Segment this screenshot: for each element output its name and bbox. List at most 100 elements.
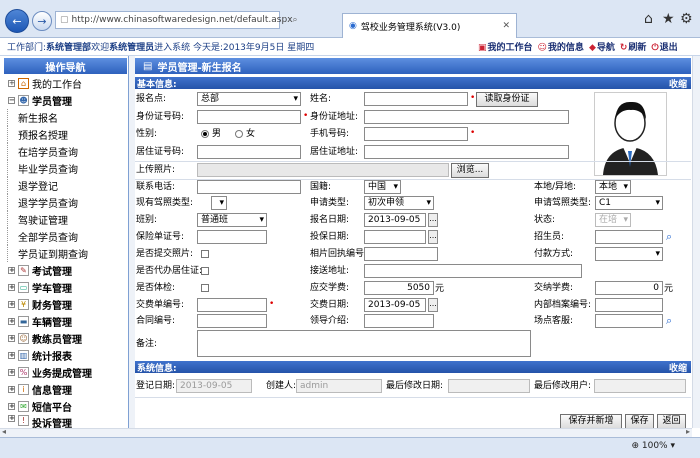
sidebar-item-dropout-register[interactable]: 退学登记 bbox=[0, 177, 128, 194]
insure-date-picker-button[interactable]: ... bbox=[428, 230, 438, 244]
sidebar-group-complaints[interactable]: +! 投诉管理 bbox=[0, 415, 128, 428]
sidebar-group-coaches[interactable]: + ☺ 教练员管理 bbox=[0, 330, 128, 347]
dept-name: 系统管理部 bbox=[46, 43, 92, 53]
leader-intro-input[interactable] bbox=[364, 314, 434, 328]
sidebar-item-new-signup[interactable]: 新生报名 bbox=[0, 109, 128, 126]
back-button[interactable]: 返回 bbox=[657, 414, 686, 429]
link-my-info[interactable]: ☺我的信息 bbox=[538, 40, 584, 53]
payment-date-input[interactable]: 2013-09-05 bbox=[364, 298, 426, 312]
pay-method-select[interactable] bbox=[595, 247, 663, 261]
insurance-no-input[interactable] bbox=[197, 230, 267, 244]
site-service-search-icon[interactable]: ⌕ bbox=[666, 314, 672, 327]
payment-no-input[interactable] bbox=[197, 298, 267, 312]
status-select[interactable]: 在培 bbox=[595, 213, 631, 227]
sidebar-group-sms[interactable]: + ✉ 短信平台 bbox=[0, 398, 128, 415]
sidebar-item-in-training[interactable]: 在培学员查询 bbox=[0, 143, 128, 160]
favorites-star-icon[interactable]: ★ bbox=[662, 11, 675, 27]
residence-proxy-checkbox[interactable] bbox=[201, 267, 209, 275]
read-id-card-button[interactable]: 读取身份证 bbox=[476, 92, 538, 107]
remark-textarea[interactable] bbox=[197, 330, 531, 357]
name-input[interactable] bbox=[364, 92, 468, 106]
tab-close-icon[interactable]: ✕ bbox=[502, 21, 510, 31]
contract-no-input[interactable] bbox=[197, 314, 267, 328]
sidebar-item-dropout-query[interactable]: 退学学员查询 bbox=[0, 194, 128, 211]
archive-no-input[interactable] bbox=[595, 298, 663, 312]
fee-due-input[interactable]: 5050 bbox=[364, 281, 434, 295]
apply-license-select[interactable]: C1 bbox=[595, 196, 663, 210]
gear-icon[interactable]: ⚙ bbox=[680, 11, 693, 27]
pickup-addr-input[interactable] bbox=[364, 264, 582, 278]
home-icon[interactable]: ⌂ bbox=[644, 11, 653, 27]
site-service-input[interactable] bbox=[595, 314, 663, 328]
creator-input[interactable]: admin bbox=[296, 379, 382, 393]
sidebar-item-workbench[interactable]: + ⌂ 我的工作台 bbox=[0, 75, 128, 92]
photo-receipt-input[interactable] bbox=[364, 247, 438, 261]
save-button[interactable]: 保存 bbox=[625, 414, 654, 429]
sidebar-group-finance[interactable]: + ¥ 财务管理 bbox=[0, 296, 128, 313]
current-license-select[interactable] bbox=[211, 196, 227, 210]
browser-tab[interactable]: ◉ 驾校业务管理系统(V3.0) ✕ bbox=[342, 13, 517, 38]
modified-date-input[interactable] bbox=[448, 379, 530, 393]
back-button[interactable]: ← bbox=[5, 9, 29, 33]
physical-exam-label: 是否体检: bbox=[136, 283, 176, 293]
sidebar-group-vehicles[interactable]: + ▬ 车辆管理 bbox=[0, 313, 128, 330]
scroll-left-icon[interactable]: ◂ bbox=[2, 427, 6, 436]
link-logout[interactable]: ⏻退出 bbox=[651, 40, 677, 53]
expand-icon: + bbox=[8, 334, 15, 342]
class-select[interactable]: 普通班 bbox=[197, 213, 267, 227]
insure-date-input[interactable] bbox=[364, 230, 426, 244]
phone-input[interactable] bbox=[197, 180, 301, 194]
mobile-input[interactable] bbox=[364, 127, 468, 141]
address-bar[interactable]: ▢ http://www.chinasoftwaredesign.net/defa… bbox=[55, 11, 298, 29]
link-refresh[interactable]: ↻刷新 bbox=[620, 40, 647, 53]
payment-date-picker-button[interactable]: ... bbox=[428, 298, 438, 312]
id-number-input[interactable] bbox=[197, 110, 301, 124]
sidebar-item-license-manage[interactable]: 驾驶证管理 bbox=[0, 211, 128, 228]
link-nav[interactable]: ◆导航 bbox=[589, 40, 615, 53]
reg-date-input[interactable]: 2013-09-05 bbox=[176, 379, 252, 393]
fee-paid-input[interactable]: 0 bbox=[595, 281, 663, 295]
photo-path-input[interactable] bbox=[197, 163, 449, 177]
signup-point-select[interactable]: 总部 bbox=[197, 92, 301, 106]
sidebar-item-all-students[interactable]: 全部学员查询 bbox=[0, 228, 128, 245]
collapse-system-link[interactable]: 收缩 bbox=[669, 361, 687, 374]
sidebar-group-reports[interactable]: + ▥ 统计报表 bbox=[0, 347, 128, 364]
signup-date-picker-button[interactable]: ... bbox=[428, 213, 438, 227]
id-address-input[interactable] bbox=[364, 110, 569, 124]
required-mark: • bbox=[470, 128, 476, 138]
save-and-new-button[interactable]: 保存并新增 bbox=[560, 414, 622, 429]
class-label: 班别: bbox=[136, 215, 158, 225]
divider bbox=[135, 161, 691, 162]
horizontal-scrollbar[interactable]: ◂ ▸ bbox=[0, 427, 692, 437]
sidebar-group-info[interactable]: + i 信息管理 bbox=[0, 381, 128, 398]
residence-no-input[interactable] bbox=[197, 145, 301, 159]
residence-addr-input[interactable] bbox=[364, 145, 569, 159]
forward-button[interactable]: → bbox=[32, 11, 52, 31]
zoom-control[interactable]: ⊕ 100% ▾ bbox=[631, 441, 675, 451]
sidebar-group-commission[interactable]: +% 业务提成管理 bbox=[0, 364, 128, 381]
sidebar-group-driving[interactable]: + ▭ 学车管理 bbox=[0, 279, 128, 296]
sidebar-group-exams[interactable]: + ✎ 考试管理 bbox=[0, 262, 128, 279]
nationality-select[interactable]: 中国 bbox=[364, 180, 401, 194]
gender-male-radio[interactable] bbox=[201, 130, 209, 138]
recruiter-search-icon[interactable]: ⌕ bbox=[666, 230, 672, 243]
sidebar-item-graduated[interactable]: 毕业学员查询 bbox=[0, 160, 128, 177]
gender-female-radio[interactable] bbox=[235, 130, 243, 138]
expand-icon: + bbox=[8, 368, 15, 376]
apply-type-select[interactable]: 初次申领 bbox=[364, 196, 434, 210]
physical-exam-checkbox[interactable] bbox=[201, 284, 209, 292]
modified-user-input[interactable] bbox=[594, 379, 686, 393]
sidebar-item-card-expiry[interactable]: 学员证到期查询 bbox=[0, 245, 128, 262]
vertical-scrollbar[interactable] bbox=[692, 56, 700, 428]
scroll-right-icon[interactable]: ▸ bbox=[686, 427, 690, 436]
search-icon[interactable]: ⌕ bbox=[293, 15, 298, 25]
signup-date-input[interactable]: 2013-09-05 bbox=[364, 213, 426, 227]
link-workbench[interactable]: ▣我的工作台 bbox=[478, 40, 533, 53]
photo-submitted-checkbox[interactable] bbox=[201, 250, 209, 258]
sidebar-group-students[interactable]: − ☻ 学员管理 bbox=[0, 92, 128, 109]
recruiter-input[interactable] bbox=[595, 230, 663, 244]
sidebar-item-pre-signup[interactable]: 预报名授理 bbox=[0, 126, 128, 143]
collapse-basic-link[interactable]: 收缩 bbox=[669, 77, 687, 90]
browse-button[interactable]: 浏览... bbox=[451, 163, 489, 178]
local-select[interactable]: 本地 bbox=[595, 180, 631, 194]
